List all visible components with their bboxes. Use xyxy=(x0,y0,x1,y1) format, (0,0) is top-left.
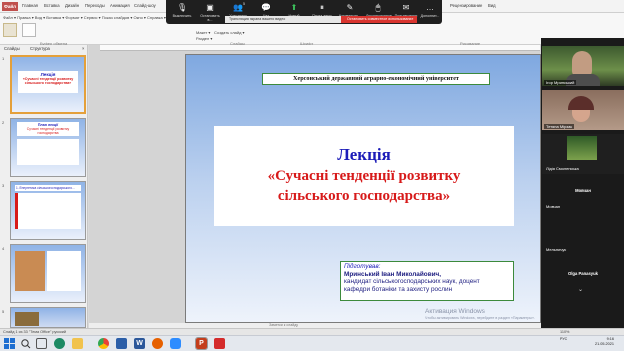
tab-design[interactable]: Дизайн xyxy=(65,3,79,8)
folder-icon[interactable] xyxy=(72,338,83,349)
participant-name[interactable]: Мельничук xyxy=(546,247,566,252)
participant-name[interactable]: Мовчан xyxy=(542,188,624,193)
participant-video[interactable]: Лідія Смоленська xyxy=(542,134,624,174)
notes-label: Заметки к слайду xyxy=(269,323,299,327)
stop-video-button[interactable]: ▣ Остановить в... xyxy=(198,0,222,24)
participant-name: Лідія Смоленська xyxy=(546,166,579,171)
participant-avatar xyxy=(567,136,597,160)
thumb-number: 4 xyxy=(2,246,5,251)
tray-lang[interactable]: РУС xyxy=(560,337,567,342)
author-department: кафедри ботаніки та захисту рослин xyxy=(344,285,453,293)
mail-icon[interactable] xyxy=(116,338,127,349)
tab-outline[interactable]: Структура xyxy=(30,46,50,51)
taskview-icon[interactable] xyxy=(36,338,47,349)
mute-button[interactable]: 🎙 Выключить xyxy=(170,0,194,24)
thumb-title: 1. Енергетика сільськогосподарського… xyxy=(15,185,81,191)
share-icon: ⬆ xyxy=(290,3,298,12)
participant-name: Тетяна Мірзак xyxy=(544,124,575,129)
pdf-icon[interactable] xyxy=(214,338,225,349)
clock-date: 21.05.2021 xyxy=(594,342,614,346)
invite-icon: ✉ xyxy=(402,3,410,12)
university-title[interactable]: Херсонський державний аграрно-економічни… xyxy=(262,73,490,85)
participants-icon: 👥 xyxy=(233,3,243,12)
paste-icon[interactable] xyxy=(3,23,17,37)
tab-review[interactable]: Рецензирование xyxy=(450,3,482,8)
chat-icon: 💬 xyxy=(261,3,271,12)
participant-video[interactable]: Тетяна Мірзак xyxy=(542,90,624,130)
thumb-subtitle: «Сучасні тенденції розвитку сільського г… xyxy=(22,77,74,85)
search-icon[interactable] xyxy=(20,338,31,349)
author-name: Мринський Іван Миколайович, xyxy=(344,270,442,278)
tab-animations[interactable]: Анимация xyxy=(110,3,130,8)
section-button[interactable]: Раздел ▾ xyxy=(196,36,212,41)
create-slide-button[interactable]: Создать слайд ▾ xyxy=(214,30,245,35)
tab-slides[interactable]: Слайды xyxy=(4,46,20,51)
participants-count: 5 xyxy=(243,2,245,6)
tab-insert[interactable]: Вставка xyxy=(44,3,60,8)
camera-icon: ▣ xyxy=(206,3,214,12)
close-icon[interactable]: × xyxy=(82,46,84,51)
edge-icon[interactable] xyxy=(54,338,65,349)
participant-name[interactable]: Мовчан xyxy=(546,204,560,209)
pause-icon: ⏸ xyxy=(320,3,324,12)
new-slide-icon[interactable] xyxy=(22,23,36,37)
stop-share-button[interactable]: Остановить совместное использование xyxy=(341,16,417,23)
remote-icon: 🖱 xyxy=(375,3,381,12)
lecture-title: Лекція xyxy=(337,145,391,164)
thumb-number: 3 xyxy=(2,183,5,188)
activation-watermark-title: Активация Windows xyxy=(425,308,485,315)
ruler xyxy=(100,45,540,51)
zoom-icon[interactable] xyxy=(170,338,181,349)
slide-thumbnail[interactable] xyxy=(10,307,86,328)
share-banner: Трансляция экрана вашего видео xyxy=(225,16,341,23)
activation-watermark-subtitle: Чтобы активировать Windows, перейдите в … xyxy=(425,316,536,320)
microphone-icon: 🎙 xyxy=(177,3,188,12)
windows-icon[interactable] xyxy=(4,338,15,349)
firefox-icon[interactable] xyxy=(152,338,163,349)
more-icon: … xyxy=(426,3,434,12)
slide-thumbnail[interactable]: 1. Енергетика сільськогосподарського… xyxy=(10,181,86,240)
pen-icon: ✎ xyxy=(346,3,354,12)
thumb-number: 1 xyxy=(2,56,5,61)
tray-clock[interactable]: 9:16 21.05.2021 xyxy=(584,337,614,347)
author-box[interactable]: Підготував: Мринський Іван Миколайович, … xyxy=(340,261,514,301)
thumb-subtitle: Сучасні тенденції розвитку господарства xyxy=(26,127,70,135)
slide-thumbnail[interactable] xyxy=(10,244,86,303)
chevron-down-icon[interactable]: ⌄ xyxy=(578,286,583,293)
author-degree: кандидат сільськогосподарських наук, доц… xyxy=(344,278,480,285)
powerpoint-icon[interactable]: P xyxy=(195,337,208,350)
prepared-by-label: Підготував: xyxy=(344,263,381,270)
tab-slideshow[interactable]: Слайд-шоу xyxy=(134,3,156,8)
layout-button[interactable]: Макет ▾ xyxy=(196,30,210,35)
participant-name: Ігор Мринський xyxy=(544,80,577,85)
file-tab[interactable]: Файл xyxy=(2,2,18,11)
thumb-number: 2 xyxy=(2,120,5,125)
more-button[interactable]: … Дополнит... xyxy=(418,0,442,24)
tab-view[interactable]: Вид xyxy=(488,3,496,8)
thumb-number: 5 xyxy=(2,309,5,314)
lecture-topic-line1: «Сучасні тенденції розвитку xyxy=(267,168,461,184)
word-icon[interactable]: W xyxy=(134,338,145,349)
tab-transitions[interactable]: Переходы xyxy=(85,3,105,8)
status-bar: Слайд 1 из 33 "Тема Office" русский 110% xyxy=(0,328,624,335)
slide-thumbnail[interactable]: План лекції Сучасні тенденції розвитку г… xyxy=(10,118,86,177)
participant-name[interactable]: Olga Panasyuk xyxy=(542,271,624,276)
menu-row[interactable]: Файл ▾ Правка ▾ Вид ▾ Вставка ▾ Формат ▾… xyxy=(3,15,166,20)
taskbar xyxy=(0,335,624,351)
participant-video[interactable]: Ігор Мринський xyxy=(542,46,624,86)
chrome-icon[interactable] xyxy=(98,338,109,349)
lecture-topic-line2: сільського господарства» xyxy=(277,188,451,204)
slide-thumbnail[interactable]: Лекція «Сучасні тенденції розвитку сільс… xyxy=(10,55,86,114)
tab-home[interactable]: Главная xyxy=(22,3,38,8)
